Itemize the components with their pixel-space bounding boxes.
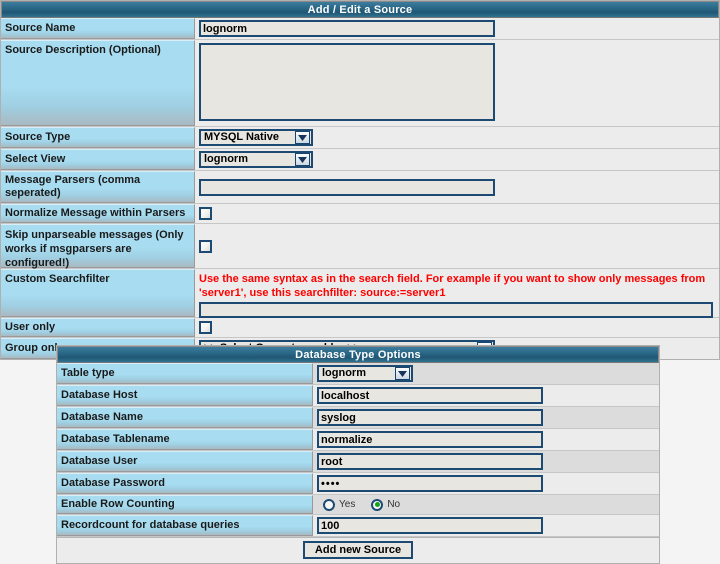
- label-source-description: Source Description (Optional): [1, 40, 195, 126]
- label-database-name: Database Name: [57, 407, 313, 428]
- row-source-type: Source Type MYSQL Native: [1, 127, 719, 149]
- cell-user-only-value: [195, 318, 719, 337]
- label-database-tablename: Database Tablename: [57, 429, 313, 450]
- source-type-select[interactable]: MYSQL Native: [199, 129, 313, 146]
- row-message-parsers: Message Parsers (comma seperated): [1, 171, 719, 204]
- label-normalize-message: Normalize Message within Parsers: [1, 204, 195, 223]
- cell-database-password-value: [313, 473, 659, 494]
- custom-searchfilter-input[interactable]: [199, 302, 713, 318]
- label-user-only: User only: [1, 318, 195, 337]
- cell-normalize-message-value: [195, 204, 719, 223]
- chevron-down-icon[interactable]: [395, 367, 410, 380]
- label-custom-searchfilter: Custom Searchfilter: [1, 269, 195, 317]
- cell-database-tablename-value: [313, 429, 659, 450]
- message-parsers-input[interactable]: [199, 178, 495, 196]
- row-source-description: Source Description (Optional): [1, 40, 719, 127]
- row-custom-searchfilter: Custom Searchfilter Use the same syntax …: [1, 269, 719, 318]
- table-type-select-value: lognorm: [322, 367, 366, 379]
- panel-title-add-edit-source: Add / Edit a Source: [1, 1, 719, 18]
- enable-row-counting-radio-group: Yes No: [323, 498, 412, 511]
- custom-searchfilter-hint: Use the same syntax as in the search fie…: [199, 273, 706, 299]
- cell-message-parsers-value: [195, 171, 719, 203]
- row-normalize-message: Normalize Message within Parsers: [1, 204, 719, 224]
- chevron-down-icon[interactable]: [295, 153, 310, 166]
- row-skip-unparseable: Skip unparseable messages (Only works if…: [1, 224, 719, 269]
- label-source-type: Source Type: [1, 127, 195, 148]
- normalize-message-checkbox[interactable]: [199, 207, 212, 220]
- label-message-parsers: Message Parsers (comma seperated): [1, 171, 195, 203]
- database-host-input[interactable]: [317, 387, 543, 404]
- row-recordcount: Recordcount for database queries: [57, 515, 659, 537]
- add-new-source-button[interactable]: Add new Source: [302, 541, 414, 559]
- cell-database-user-value: [313, 451, 659, 472]
- enable-row-counting-radio-yes[interactable]: [323, 498, 335, 511]
- enable-row-counting-radio-no[interactable]: [371, 498, 384, 511]
- cell-database-host-value: [313, 385, 659, 406]
- row-database-host: Database Host: [57, 385, 659, 407]
- cell-custom-searchfilter-value: Use the same syntax as in the search fie…: [195, 269, 719, 318]
- database-user-input[interactable]: [317, 453, 543, 470]
- row-database-password: Database Password: [57, 473, 659, 495]
- label-recordcount: Recordcount for database queries: [57, 515, 313, 536]
- label-enable-row-counting: Enable Row Counting: [57, 495, 313, 514]
- enable-row-counting-label-no: No: [387, 499, 401, 510]
- row-table-type: Table type lognorm: [57, 363, 659, 385]
- row-database-tablename: Database Tablename: [57, 429, 659, 451]
- cell-database-name-value: [313, 407, 659, 428]
- label-source-name: Source Name: [1, 18, 195, 39]
- cell-recordcount-value: [313, 515, 659, 536]
- database-tablename-input[interactable]: [317, 431, 543, 448]
- select-view-select-value: lognorm: [204, 153, 248, 165]
- skip-unparseable-checkbox[interactable]: [199, 239, 212, 253]
- chevron-down-icon[interactable]: [295, 131, 310, 144]
- cell-source-name-value: [195, 18, 719, 39]
- database-name-input[interactable]: [317, 409, 543, 426]
- submit-row: Add new Source: [57, 537, 659, 563]
- label-table-type: Table type: [57, 363, 313, 384]
- source-name-input[interactable]: [199, 20, 495, 37]
- select-view-select[interactable]: lognorm: [199, 151, 313, 168]
- cell-source-type-value: MYSQL Native: [195, 127, 719, 148]
- cell-skip-unparseable-value: [195, 224, 719, 268]
- row-enable-row-counting: Enable Row Counting Yes No: [57, 495, 659, 515]
- database-password-input[interactable]: [317, 475, 543, 492]
- row-database-user: Database User: [57, 451, 659, 473]
- recordcount-input[interactable]: [317, 517, 543, 534]
- label-database-password: Database Password: [57, 473, 313, 494]
- add-edit-source-panel: Add / Edit a Source Source Name Source D…: [0, 0, 720, 360]
- label-select-view: Select View: [1, 149, 195, 170]
- database-type-options-panel: Database Type Options Table type lognorm…: [56, 345, 660, 564]
- label-skip-unparseable: Skip unparseable messages (Only works if…: [1, 224, 195, 269]
- row-select-view: Select View lognorm: [1, 149, 719, 171]
- row-database-name: Database Name: [57, 407, 659, 429]
- cell-table-type-value: lognorm: [313, 363, 659, 384]
- source-type-select-value: MYSQL Native: [204, 131, 279, 143]
- panel-title-database-type-options: Database Type Options: [57, 346, 659, 363]
- label-database-user: Database User: [57, 451, 313, 472]
- enable-row-counting-label-yes: Yes: [339, 499, 356, 510]
- label-database-host: Database Host: [57, 385, 313, 406]
- cell-select-view-value: lognorm: [195, 149, 719, 170]
- radio-selected-dot: [374, 502, 380, 507]
- source-description-textarea[interactable]: [199, 43, 495, 121]
- row-source-name: Source Name: [1, 18, 719, 40]
- table-type-select[interactable]: lognorm: [317, 365, 413, 382]
- cell-source-description-value: [195, 40, 719, 126]
- row-user-only: User only: [1, 318, 719, 338]
- user-only-checkbox[interactable]: [199, 321, 212, 334]
- cell-enable-row-counting-value: Yes No: [313, 495, 659, 514]
